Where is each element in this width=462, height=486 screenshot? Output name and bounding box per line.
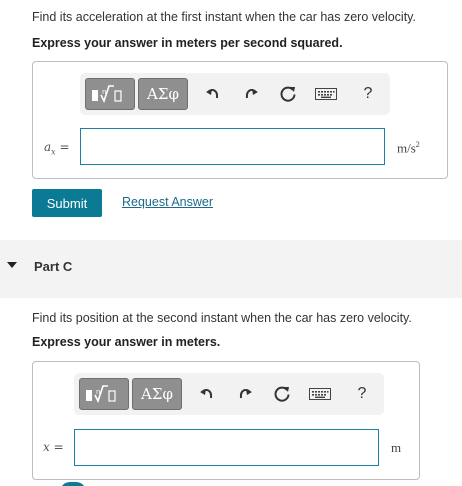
caret-down-icon (7, 262, 17, 268)
part-c-math-toolbar: n ΑΣφ ? (74, 373, 384, 415)
variable-subscript: x (51, 147, 56, 157)
part-c-instruction: Express your answer in meters. (32, 335, 221, 349)
keyboard-button[interactable] (314, 84, 338, 104)
part-b-instruction: Express your answer in meters per second… (32, 36, 343, 50)
templates-icon: n (92, 85, 122, 104)
part-c-variable-label: x = (43, 440, 64, 454)
part-b-math-toolbar: n ΑΣφ ? (80, 73, 390, 115)
equals-sign: = (59, 140, 70, 154)
part-b-prompt: Find its acceleration at the first insta… (32, 10, 416, 24)
part-b-answer-box: n ΑΣφ ? ax = m/s2 (32, 61, 448, 179)
templates-button[interactable]: n (79, 378, 129, 410)
greek-symbols-button[interactable]: ΑΣφ (138, 78, 188, 110)
variable-symbol: x (43, 440, 50, 454)
request-answer-link[interactable]: Request Answer (122, 195, 213, 209)
help-button[interactable]: ? (352, 384, 372, 404)
part-c-header[interactable]: Part C (0, 240, 462, 298)
part-b-variable-label: ax = (44, 140, 70, 156)
templates-button[interactable]: n (85, 78, 135, 110)
redo-icon (239, 389, 252, 399)
redo-icon (245, 89, 258, 99)
submit-button[interactable]: Submit (32, 189, 102, 217)
reset-button[interactable] (278, 84, 298, 104)
part-c-unit-label: m (391, 440, 402, 455)
part-b-answer-input[interactable] (80, 128, 385, 165)
unit-exponent: 2 (415, 140, 420, 149)
svg-text:n: n (96, 388, 100, 396)
part-c-title: Part C (34, 259, 73, 274)
equals-sign: = (53, 440, 64, 454)
keyboard-icon (315, 88, 337, 100)
unit-text: m/s (397, 140, 416, 156)
part-c-prompt: Find its position at the second instant … (32, 311, 412, 325)
part-b-unit-label: m/s2 (397, 140, 420, 156)
reset-button[interactable] (272, 384, 292, 404)
redo-button[interactable] (235, 384, 255, 404)
svg-text:n: n (102, 88, 106, 96)
keyboard-button[interactable] (308, 384, 332, 404)
undo-icon (200, 389, 213, 399)
reset-icon (280, 86, 296, 102)
next-button-partial[interactable] (60, 482, 86, 486)
part-c-answer-input[interactable] (74, 429, 379, 466)
undo-icon (206, 89, 219, 99)
part-c-answer-box: n ΑΣφ ? x = m (32, 361, 420, 480)
reset-icon (274, 386, 290, 402)
greek-symbols-button[interactable]: ΑΣφ (132, 378, 182, 410)
templates-icon: n (86, 385, 116, 404)
undo-button[interactable] (197, 384, 217, 404)
keyboard-icon (309, 388, 331, 400)
help-button[interactable]: ? (358, 84, 378, 104)
redo-button[interactable] (241, 84, 261, 104)
undo-button[interactable] (203, 84, 223, 104)
